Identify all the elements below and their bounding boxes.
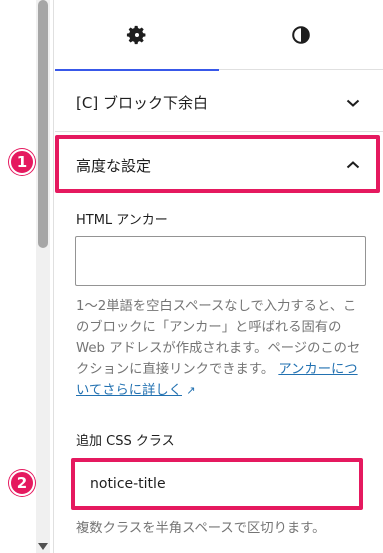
gear-icon [126,25,146,45]
html-anchor-help: 1〜2単語を空白スペースなしで入力すると、このブロックに「アンカー」と呼ばれる固… [76,296,368,401]
additional-css-class-label: 追加 CSS クラス [76,434,175,449]
annotation-badge-2: 2 [9,470,35,496]
scrollbar-thumb[interactable] [38,0,48,248]
additional-css-class-input[interactable]: notice-title [76,463,359,505]
tab-styles[interactable] [219,0,383,70]
scroll-down-arrow[interactable] [38,543,48,550]
sidebar-tabs [55,0,383,71]
external-link-icon: ↗ [186,384,196,397]
annotation-badge-1: 1 [9,149,35,175]
panel-block-bottom-spacing[interactable]: [C] ブロック下余白 [55,74,383,132]
tab-settings[interactable] [55,0,219,71]
chevron-up-icon [346,161,360,169]
html-anchor-input[interactable] [75,236,366,286]
panel-title-spacing: [C] ブロック下余白 [76,94,208,112]
chevron-down-icon [346,99,360,107]
html-anchor-label: HTML アンカー [76,213,168,228]
panel-title-advanced: 高度な設定 [76,156,152,175]
panel-advanced-settings[interactable]: 高度な設定 [55,137,383,193]
css-class-help: 複数クラスを半角スペースで区切ります。 [76,521,326,536]
contrast-icon [292,26,310,44]
